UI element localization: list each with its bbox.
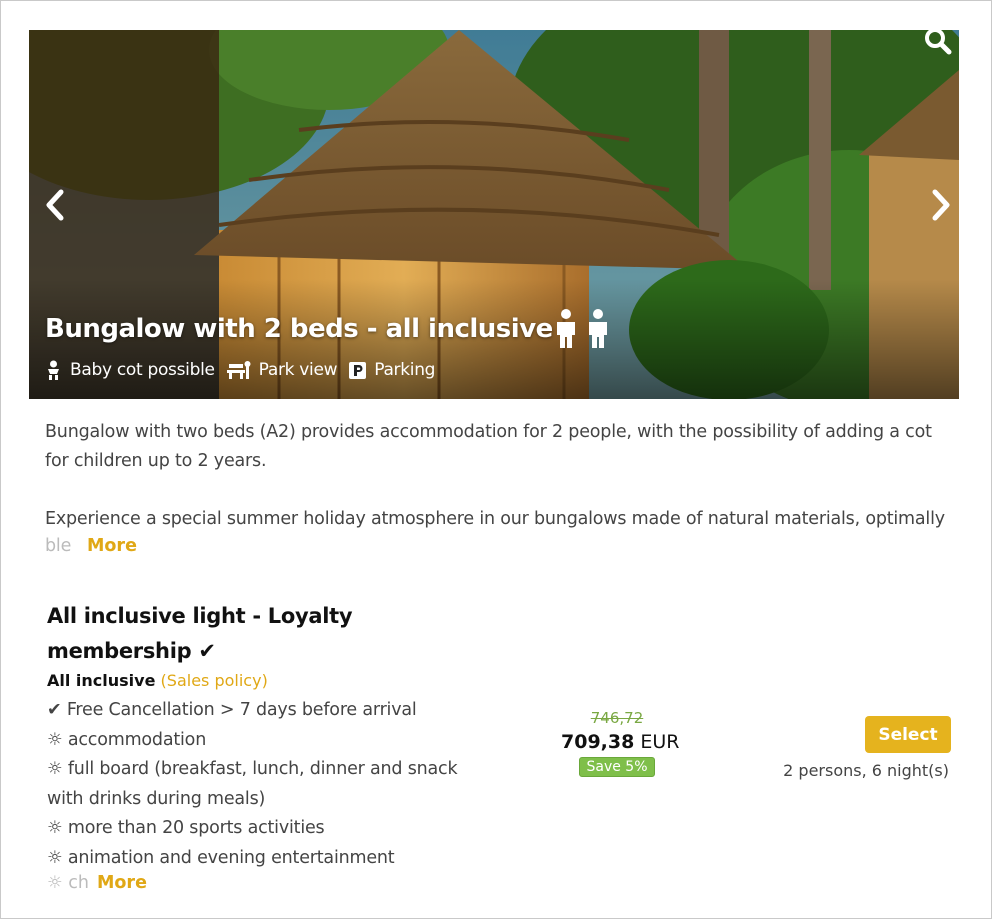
- sales-policy-link[interactable]: (Sales policy): [161, 671, 268, 690]
- description-paragraph: Experience a special summer holiday atmo…: [45, 509, 945, 529]
- description-truncated: ble: [45, 536, 72, 556]
- old-price: 746,72: [590, 709, 644, 727]
- description-more-link[interactable]: More: [87, 536, 137, 556]
- price-amount: 709,38: [561, 731, 635, 753]
- description-paragraph: Bungalow with two beds (A2) provides acc…: [45, 422, 932, 471]
- zoom-search-icon[interactable]: [923, 30, 953, 56]
- room-title: Bungalow with 2 beds - all inclusive: [45, 314, 553, 344]
- occupancy-icons: [553, 308, 611, 348]
- amenity-baby-cot: Baby cot possible: [45, 360, 215, 380]
- features-more-link[interactable]: More: [97, 873, 147, 893]
- person-icon: [589, 309, 607, 348]
- amenity-parking: Parking: [349, 360, 435, 380]
- discount-badge: Save 5%: [579, 757, 655, 777]
- next-arrow-icon[interactable]: [927, 188, 955, 222]
- amenity-label: Park view: [258, 360, 338, 380]
- select-button[interactable]: Select: [865, 716, 951, 753]
- amenity-list: Baby cot possible Park view Parking: [45, 360, 447, 380]
- previous-arrow-icon[interactable]: [41, 188, 69, 222]
- amenity-label: Parking: [374, 360, 436, 380]
- room-description: Bungalow with two beds (A2) provides acc…: [45, 418, 955, 534]
- price-block: 746,72 709,38 EUR Save 5%: [561, 709, 680, 777]
- stay-summary: 2 persons, 6 night(s): [783, 761, 949, 780]
- feature-truncated: ☼ ch: [47, 873, 89, 893]
- feature-item: ☼ more than 20 sports activities: [47, 818, 325, 838]
- feature-item: ☼ full board (breakfast, lunch, dinner a…: [47, 759, 458, 809]
- bench-icon: [226, 361, 251, 379]
- price-currency: EUR: [640, 731, 680, 753]
- board-label: All inclusive: [47, 671, 156, 690]
- room-card: Bungalow with 2 beds - all inclusive Bab…: [0, 0, 992, 919]
- photo-gallery[interactable]: Bungalow with 2 beds - all inclusive Bab…: [29, 30, 959, 399]
- parking-icon: [349, 361, 367, 379]
- feature-item: ☼ accommodation: [47, 729, 207, 750]
- person-icon: [557, 309, 575, 348]
- feature-item: ☼ animation and evening entertainment: [47, 847, 395, 868]
- feature-item: ✔ Free Cancellation > 7 days before arri…: [47, 700, 417, 720]
- offer-title: All inclusive light - Loyalty membership…: [47, 604, 353, 663]
- amenity-park-view: Park view: [226, 360, 338, 380]
- board-type: All inclusive (Sales policy): [47, 671, 268, 690]
- baby-icon: [45, 360, 62, 380]
- current-price: 709,38 EUR: [561, 731, 680, 753]
- amenity-label: Baby cot possible: [70, 360, 215, 380]
- offer-features: ✔ Free Cancellation > 7 days before arri…: [47, 696, 467, 873]
